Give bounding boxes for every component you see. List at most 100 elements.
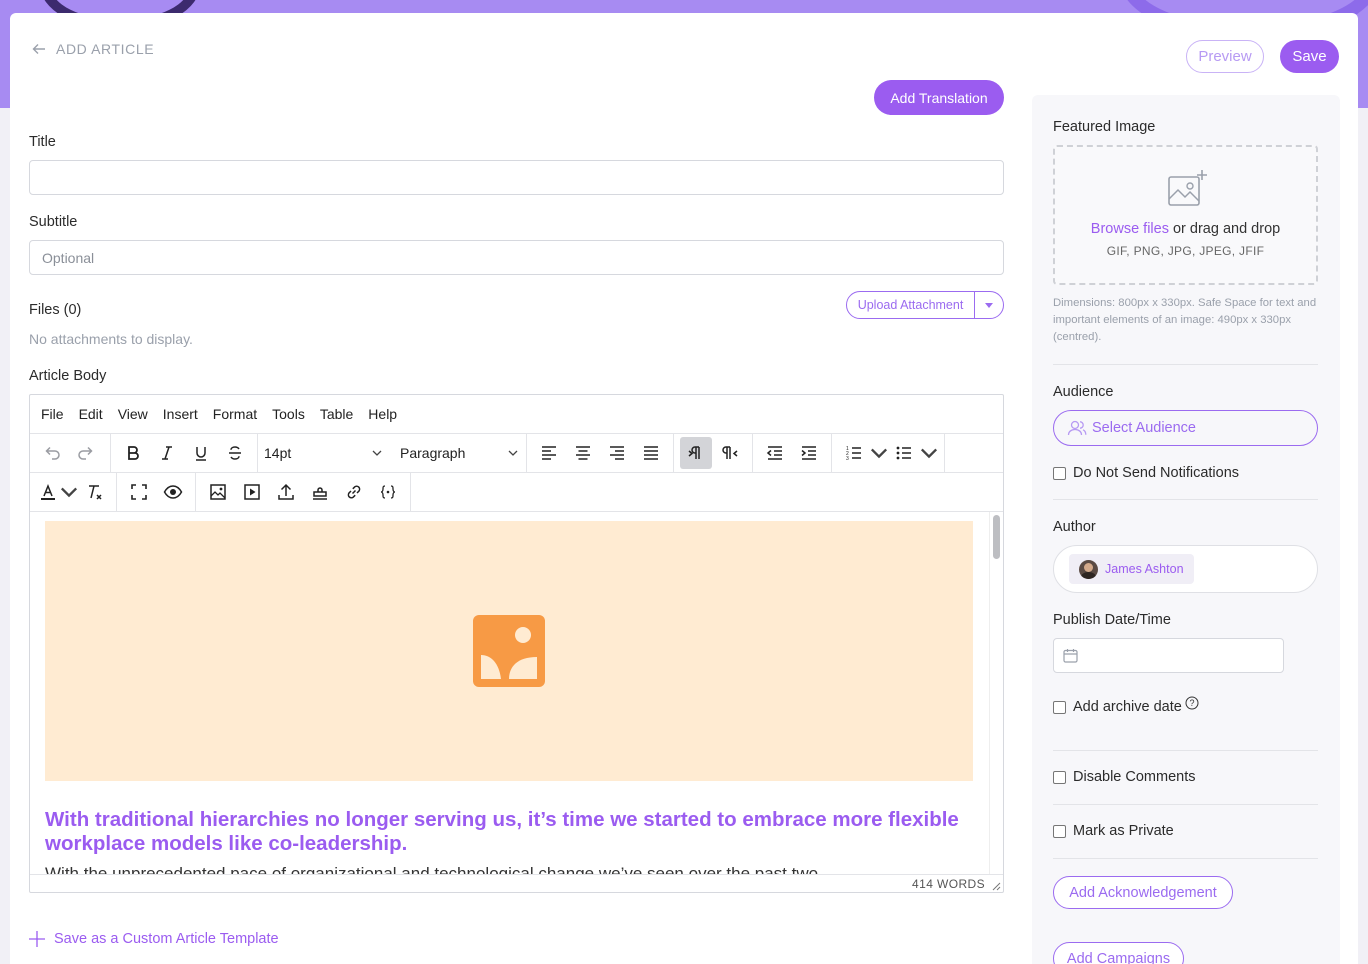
- clear-formatting-button[interactable]: [78, 476, 110, 508]
- editor-content[interactable]: With traditional hierarchies no longer s…: [30, 512, 1003, 874]
- no-attachments-text: No attachments to display.: [29, 331, 193, 347]
- upload-attachment-button[interactable]: Upload Attachment: [847, 292, 975, 318]
- text-color-button[interactable]: [36, 476, 60, 508]
- menu-view[interactable]: View: [118, 406, 148, 422]
- checkbox-box[interactable]: [1053, 700, 1066, 714]
- caret-down-icon: [985, 302, 993, 308]
- menu-help[interactable]: Help: [368, 406, 397, 422]
- preview-button[interactable]: Preview: [1186, 40, 1264, 73]
- ltr-button[interactable]: [680, 437, 712, 469]
- menu-table[interactable]: Table: [320, 406, 353, 422]
- add-archive-date-checkbox[interactable]: Add archive date ?: [1053, 696, 1199, 715]
- disable-comments-label: Disable Comments: [1073, 769, 1196, 785]
- font-size-select[interactable]: 14pt: [258, 445, 388, 461]
- indent-button[interactable]: [793, 437, 825, 469]
- chevron-down-icon: [372, 450, 382, 456]
- users-icon: [1067, 420, 1087, 436]
- file-types: GIF, PNG, JPG, JPEG, JFIF: [1106, 244, 1265, 258]
- author-selector[interactable]: James Ashton: [1053, 545, 1318, 593]
- block-format-value: Paragraph: [400, 445, 466, 461]
- calendar-icon: [1063, 649, 1078, 663]
- save-custom-template-link[interactable]: Save as a Custom Article Template: [29, 931, 279, 947]
- avatar: [1079, 559, 1098, 579]
- checkbox-box[interactable]: [1053, 824, 1066, 838]
- strikethrough-button[interactable]: [219, 437, 251, 469]
- divider: [1053, 750, 1318, 751]
- subtitle-input[interactable]: [29, 240, 1004, 275]
- chevron-down-icon: [508, 450, 518, 456]
- add-campaigns-button[interactable]: Add Campaigns: [1053, 942, 1184, 964]
- code-sample-button[interactable]: [372, 476, 404, 508]
- fullscreen-icon: [131, 484, 147, 500]
- undo-icon: [45, 446, 60, 460]
- insert-image-button[interactable]: [202, 476, 234, 508]
- main-card: ADD ARTICLE Preview Save Add Translation…: [10, 13, 1358, 964]
- outdent-button[interactable]: [759, 437, 791, 469]
- redo-icon: [78, 446, 93, 460]
- editor-scrollbar[interactable]: [989, 512, 1003, 874]
- text-color-options[interactable]: [60, 476, 78, 508]
- resize-handle-icon[interactable]: [992, 882, 1001, 891]
- stamp-icon: [313, 487, 327, 500]
- bullet-list-button[interactable]: [888, 437, 920, 469]
- checkbox-box[interactable]: [1053, 770, 1066, 784]
- bold-button[interactable]: [117, 437, 149, 469]
- featured-image-label: Featured Image: [1053, 119, 1156, 135]
- rtl-icon: [722, 446, 738, 459]
- scrollbar-thumb[interactable]: [993, 515, 1000, 559]
- redo-button[interactable]: [70, 437, 102, 469]
- menu-edit[interactable]: Edit: [79, 406, 103, 422]
- browse-files-link[interactable]: Browse files: [1091, 221, 1169, 237]
- do-not-send-notifications-checkbox[interactable]: Do Not Send Notifications: [1053, 465, 1239, 481]
- code-braces-icon: [380, 485, 396, 499]
- numbered-list-options[interactable]: [870, 437, 888, 469]
- italic-button[interactable]: [151, 437, 183, 469]
- title-input[interactable]: [29, 160, 1004, 195]
- add-translation-button[interactable]: Add Translation: [874, 80, 1004, 115]
- align-center-button[interactable]: [567, 437, 599, 469]
- disable-comments-checkbox[interactable]: Disable Comments: [1053, 769, 1196, 785]
- dropzone-instruction: Browse files or drag and drop: [1055, 221, 1316, 237]
- fullscreen-button[interactable]: [123, 476, 155, 508]
- block-format-select[interactable]: Paragraph: [394, 445, 524, 461]
- menu-format[interactable]: Format: [213, 406, 257, 422]
- do-not-send-label: Do Not Send Notifications: [1073, 465, 1240, 481]
- upload-options-toggle[interactable]: [975, 292, 1003, 318]
- mark-private-checkbox[interactable]: Mark as Private: [1053, 823, 1174, 839]
- select-audience-label: Select Audience: [1092, 420, 1196, 436]
- article-body-text: With the unprecedented pace of organizat…: [45, 864, 819, 874]
- underline-button[interactable]: [185, 437, 217, 469]
- bullet-list-options[interactable]: [920, 437, 938, 469]
- rtl-button[interactable]: [714, 437, 746, 469]
- select-audience-button[interactable]: Select Audience: [1053, 410, 1318, 446]
- numbered-list-icon: 123: [846, 446, 861, 462]
- editor-menubar: File Edit View Insert Format Tools Table…: [30, 395, 1003, 434]
- menu-file[interactable]: File: [41, 406, 64, 422]
- checkbox-box[interactable]: [1053, 466, 1066, 480]
- align-justify-button[interactable]: [635, 437, 667, 469]
- insert-media-button[interactable]: [236, 476, 268, 508]
- publish-date-input[interactable]: [1053, 638, 1284, 673]
- menu-tools[interactable]: Tools: [272, 406, 305, 422]
- bullet-list-icon: [896, 446, 911, 460]
- insert-link-button[interactable]: [338, 476, 370, 508]
- editor-toolbar-primary: 14pt Paragraph 1 2 3: [30, 434, 1003, 473]
- author-chip[interactable]: James Ashton: [1069, 554, 1194, 584]
- plus-icon: [29, 931, 45, 947]
- upload-file-button[interactable]: [270, 476, 302, 508]
- help-icon[interactable]: ?: [1185, 696, 1199, 710]
- back-link[interactable]: ADD ARTICLE: [32, 41, 154, 57]
- undo-button[interactable]: [36, 437, 68, 469]
- featured-image-dropzone[interactable]: Browse files or drag and drop GIF, PNG, …: [1053, 145, 1318, 285]
- align-right-button[interactable]: [601, 437, 633, 469]
- numbered-list-button[interactable]: 123: [838, 437, 870, 469]
- ltr-icon: [688, 446, 700, 459]
- menu-insert[interactable]: Insert: [163, 406, 198, 422]
- stamp-button[interactable]: [304, 476, 336, 508]
- align-left-button[interactable]: [533, 437, 565, 469]
- add-acknowledgement-button[interactable]: Add Acknowledgement: [1053, 876, 1233, 909]
- save-button[interactable]: Save: [1280, 40, 1339, 73]
- bold-icon: [128, 446, 139, 460]
- preview-content-button[interactable]: [157, 476, 189, 508]
- add-image-icon: [1168, 170, 1207, 206]
